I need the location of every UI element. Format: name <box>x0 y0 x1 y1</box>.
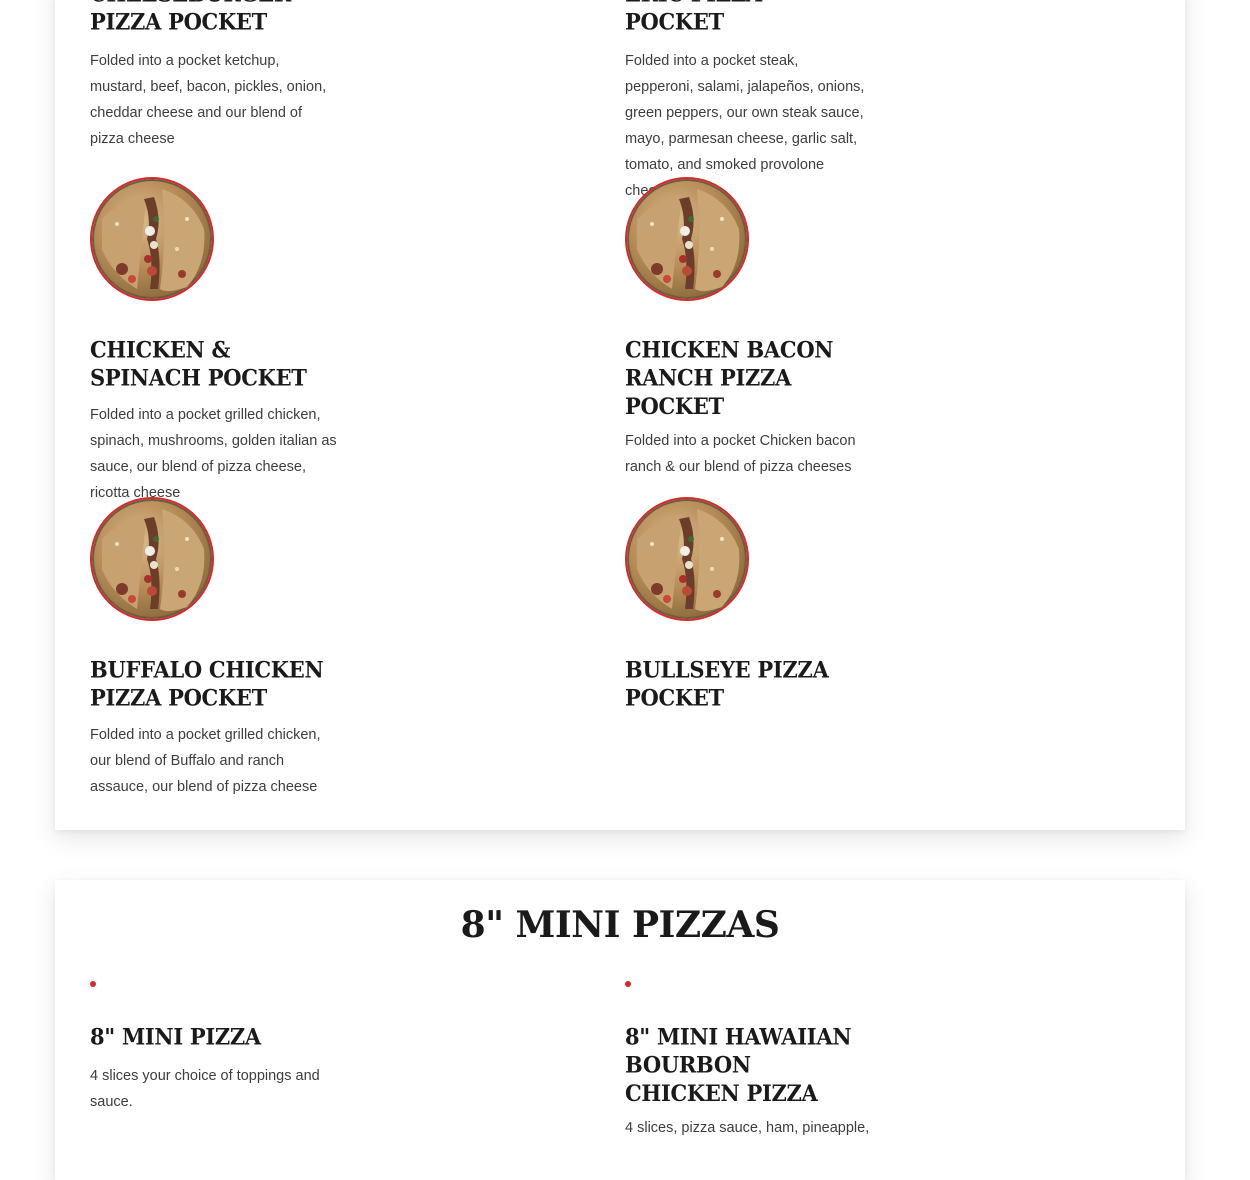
buffalo-chicken-pocket-image[interactable] <box>90 497 214 621</box>
item-description: 4 slices your choice of toppings and sau… <box>90 1068 320 1110</box>
bullseye-pocket-image[interactable] <box>625 497 749 621</box>
item-title: Chicken & Spinach Pocket <box>90 336 307 392</box>
item-description: Folded into a pocket grilled chicken, sp… <box>90 407 337 501</box>
chicken-bacon-ranch-pocket-image[interactable] <box>625 177 749 301</box>
menu-item-bullseye-pocket: Bullseye Pizza Pocket <box>625 656 865 711</box>
bullet-dot-icon <box>90 981 96 987</box>
pizza-pockets-card: Cheeseburger Pizza Pocket Folded into a … <box>55 0 1185 830</box>
item-title: Cheeseburger Pizza Pocket <box>90 0 291 36</box>
item-title: 8" Mini Pizza <box>90 1023 261 1050</box>
item-description: Folded into a pocket grilled chicken, ou… <box>90 727 321 795</box>
bullet-dot-icon <box>625 981 631 987</box>
item-description: Folded into a pocket ketchup, mustard, b… <box>90 53 327 147</box>
item-title: Buffalo Chicken Pizza Pocket <box>90 656 324 712</box>
menu-item-mini-pizza: 8" Mini Pizza 4 slices your choice of to… <box>90 1023 330 1115</box>
item-title: Bullseye Pizza Pocket <box>625 656 829 712</box>
item-title: Eric Pizza Pocket <box>625 0 762 36</box>
menu-item-mini-hawaiian-bourbon-chicken-pizza: 8" Mini Hawaiian Bourbon Chicken Pizza 4… <box>625 1023 870 1141</box>
menu-item-buffalo-chicken-pocket: Buffalo Chicken Pizza Pocket Folded into… <box>90 656 330 800</box>
item-title: 8" Mini Hawaiian Bourbon Chicken Pizza <box>625 1023 852 1107</box>
menu-item-cheeseburger-pocket: Cheeseburger Pizza Pocket Folded into a … <box>90 0 330 152</box>
chicken-spinach-pocket-image[interactable] <box>90 177 214 301</box>
section-title: 8" Mini Pizzas <box>460 904 780 946</box>
mini-pizzas-card: 8" Mini Pizzas 8" Mini Pizza 4 slices yo… <box>55 880 1185 1180</box>
item-description: Folded into a pocket steak, pepperoni, s… <box>625 53 865 199</box>
item-description: Folded into a pocket Chicken bacon ranch… <box>625 433 856 475</box>
item-title: Chicken Bacon Ranch Pizza Pocket <box>625 336 834 420</box>
menu-item-eric-pocket: Eric Pizza Pocket Folded into a pocket s… <box>625 0 865 204</box>
item-description: 4 slices, pizza sauce, ham, pineapple, <box>625 1120 870 1136</box>
menu-item-chicken-spinach-pocket: Chicken & Spinach Pocket Folded into a p… <box>90 336 340 506</box>
menu-item-chicken-bacon-ranch-pocket: Chicken Bacon Ranch Pizza Pocket Folded … <box>625 336 865 480</box>
